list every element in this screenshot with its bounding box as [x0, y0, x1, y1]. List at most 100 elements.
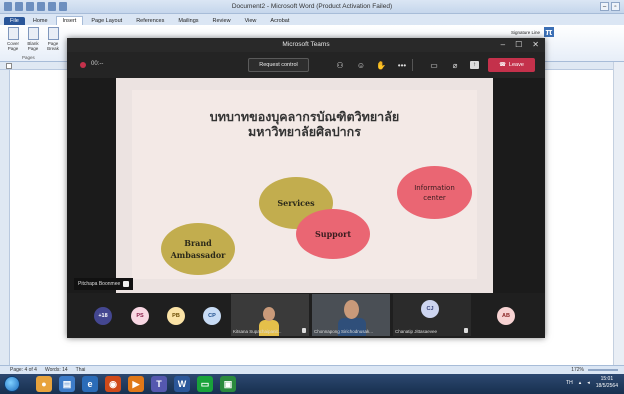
firefox-icon[interactable]: ◉ [105, 376, 121, 392]
blank-page-icon [27, 27, 39, 40]
meeting-toolbar: 00:-- Request control ⚇ ☺ ✋ ••• ▭ ⌀ ↑ ☎ … [67, 52, 545, 78]
ribbon-group-pages: Pages [22, 55, 35, 60]
meeting-timer: 00:-- [91, 61, 104, 67]
internet-explorer-icon[interactable]: e [82, 376, 98, 392]
minimize-icon[interactable]: – [501, 40, 505, 49]
vertical-scrollbar[interactable] [613, 62, 624, 365]
camera-off-icon[interactable]: ▭ [427, 58, 441, 72]
participant-name: Chanatip Jittasaevee [395, 329, 438, 334]
zoom-level[interactable]: 172% [571, 367, 584, 373]
ribbon-right-group: Signature Line π [511, 27, 554, 37]
tab-references[interactable]: References [130, 17, 170, 25]
tab-page-layout[interactable]: Page Layout [85, 17, 128, 25]
maximize-icon[interactable]: ▫ [611, 2, 620, 11]
participant-face [344, 300, 359, 319]
avatar-ab[interactable]: AB [497, 307, 515, 325]
presentation-slide: บทบาทของบุคลากรบัณฑิตวิทยาลัย มหาวิทยาลั… [116, 78, 493, 293]
network-icon[interactable]: ▴ [579, 380, 582, 386]
word-window-title: Document2 - Microsoft Word (Product Acti… [231, 3, 393, 10]
cover-page-button[interactable]: Cover Page [4, 27, 22, 51]
clock-date: 18/5/2564 [595, 383, 618, 389]
video-tile-kitsana[interactable]: Kitsana Supachaipanit... [231, 294, 309, 336]
avatar-ps[interactable]: PS [131, 307, 149, 325]
teams-window-title: Microsoft Teams [282, 41, 330, 48]
leave-label: Leave [508, 62, 524, 68]
teams-icon[interactable]: T [151, 376, 167, 392]
tab-acrobat[interactable]: Acrobat [264, 17, 295, 25]
minimize-icon[interactable]: – [600, 2, 609, 11]
maximize-icon[interactable]: ☐ [515, 40, 522, 49]
page-break-button[interactable]: Page Break [44, 27, 62, 51]
system-tray: TH ▴ ◂ 15:01 18/5/2564 [566, 376, 618, 390]
participants-icon[interactable]: ⚇ [333, 58, 347, 72]
participant-gallery: +18 PS PB CP Kitsana Supachaipanit... Ch… [67, 293, 545, 338]
tab-mailings[interactable]: Mailings [172, 17, 204, 25]
avatar-cj: CJ [421, 300, 439, 318]
bubble-information-center: Information center [397, 166, 472, 219]
tab-selector[interactable] [6, 63, 12, 69]
tile-chanatip[interactable]: CJ Chanatip Jittasaevee [393, 294, 471, 336]
teams-window: Microsoft Teams – ☐ ✕ 00:-- Request cont… [67, 38, 545, 338]
shared-screen-stage: บทบาทของบุคลากรบัณฑิตวิทยาลัย มหาวิทยาลั… [67, 78, 545, 293]
slide-content: บทบาทของบุคลากรบัณฑิตวิทยาลัย มหาวิทยาลั… [132, 90, 477, 279]
clock-time: 15:01 [600, 376, 614, 382]
chat-icon[interactable]: ☺ [354, 58, 368, 72]
bubble-brand-ambassador: Brand Ambassador [161, 223, 235, 275]
chrome-icon[interactable]: ● [36, 376, 52, 392]
recording-indicator-icon [80, 62, 86, 68]
taskbar: ● ▤ e ◉ ▶ T W ▭ ▣ TH ▴ ◂ 15:01 18/5/2564 [0, 374, 624, 394]
line-icon[interactable]: ▭ [197, 376, 213, 392]
clock[interactable]: 15:01 18/5/2564 [596, 376, 618, 390]
participant-face [263, 307, 275, 321]
equation-icon[interactable]: π [544, 27, 554, 37]
app-taskbar-icon[interactable]: ▣ [220, 376, 236, 392]
zoom-slider[interactable] [588, 369, 618, 371]
bubble-support: Support [296, 209, 370, 259]
toolbar-divider [412, 59, 413, 71]
presenter-name-tag: Pitchapa Boonmee [74, 278, 134, 290]
teams-window-controls: – ☐ ✕ [501, 40, 539, 49]
close-icon[interactable]: ✕ [532, 40, 539, 49]
status-bar: Page: 4 of 4 Words: 14 Thai 172% [0, 365, 624, 374]
phone-icon: ☎ [499, 62, 506, 68]
reactions-icon[interactable]: ✋ [374, 58, 388, 72]
teams-title-bar: Microsoft Teams – ☐ ✕ [67, 38, 545, 52]
tab-home[interactable]: Home [27, 17, 54, 25]
avatar-pb[interactable]: PB [167, 307, 185, 325]
word-count[interactable]: Words: 14 [45, 367, 68, 373]
participant-name: Chonnapong Sirichodnusak... [314, 329, 374, 334]
more-actions-icon[interactable]: ••• [395, 58, 409, 72]
slide-title-line2: มหาวิทยาลัยศิลปากร [248, 124, 361, 139]
more-participants-avatar[interactable]: +18 [94, 307, 112, 325]
mic-muted-icon [464, 328, 468, 333]
page-count[interactable]: Page: 4 of 4 [10, 367, 37, 373]
word-title-bar: Document2 - Microsoft Word (Product Acti… [0, 0, 624, 14]
avatar-cp[interactable]: CP [203, 307, 221, 325]
blank-page-button[interactable]: Blank Page [24, 27, 42, 51]
language-bar[interactable]: TH [566, 380, 573, 386]
media-player-icon[interactable]: ▶ [128, 376, 144, 392]
participant-name: Kitsana Supachaipanit... [233, 329, 282, 334]
page-break-icon [47, 27, 59, 40]
tab-view[interactable]: View [239, 17, 263, 25]
volume-icon[interactable]: ◂ [587, 380, 590, 386]
vertical-ruler [0, 70, 10, 365]
slide-title: บทบาทของบุคลากรบัณฑิตวิทยาลัย มหาวิทยาลั… [132, 109, 477, 139]
word-window-controls: – ▫ [600, 2, 620, 11]
mic-off-icon[interactable]: ⌀ [448, 58, 462, 72]
tab-review[interactable]: Review [207, 17, 237, 25]
mic-muted-icon [302, 328, 306, 333]
tab-file[interactable]: File [4, 17, 25, 25]
video-tile-chonnapong[interactable]: Chonnapong Sirichodnusak... [312, 294, 390, 336]
start-button[interactable] [4, 376, 20, 392]
slide-title-line1: บทบาทของบุคลากรบัณฑิตวิทยาลัย [209, 109, 400, 124]
share-content-icon[interactable]: ↑ [470, 61, 479, 69]
language-indicator[interactable]: Thai [76, 367, 86, 373]
tab-insert[interactable]: Insert [55, 16, 84, 25]
mic-icon [123, 281, 130, 287]
request-control-button[interactable]: Request control [248, 58, 309, 72]
leave-button[interactable]: ☎ Leave [488, 58, 535, 72]
file-explorer-icon[interactable]: ▤ [59, 376, 75, 392]
signature-line-button[interactable]: Signature Line [511, 30, 540, 35]
word-taskbar-icon[interactable]: W [174, 376, 190, 392]
